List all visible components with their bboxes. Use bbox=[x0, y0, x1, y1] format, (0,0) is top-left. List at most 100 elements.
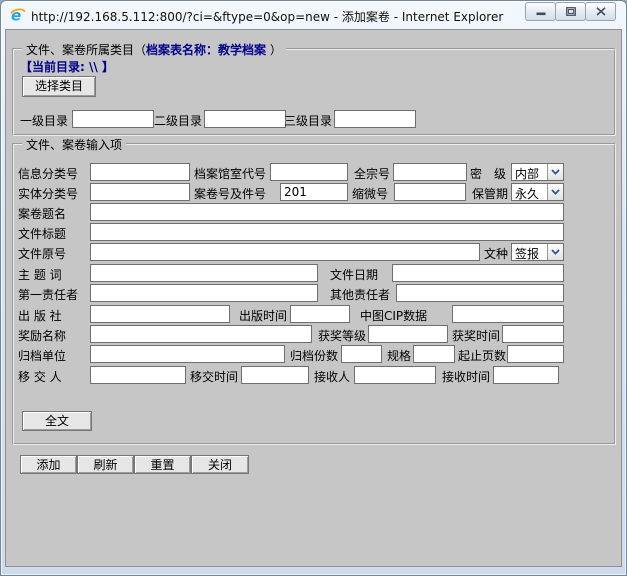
fonds-no-input[interactable] bbox=[393, 163, 467, 181]
other-authors-label: 其他责任者 bbox=[330, 286, 390, 303]
reset-button[interactable]: 重置 bbox=[134, 455, 191, 474]
receiver-input[interactable] bbox=[354, 366, 436, 384]
first-author-label: 第一责任者 bbox=[18, 286, 78, 303]
doc-type-select[interactable]: 签报 bbox=[511, 243, 564, 261]
page-range-label: 起止页数 bbox=[458, 347, 506, 364]
level2-label: 二级目录 bbox=[154, 112, 202, 129]
form-row: 第一责任者 其他责任者 bbox=[14, 284, 614, 304]
form-row: 信息分类号 档案馆室代号 全宗号 密 级 内部 bbox=[14, 163, 614, 183]
form-row: 实体分类号 案卷号及件号 缩微号 保管期 永久 bbox=[14, 183, 614, 203]
input-legend: 文件、案卷输入项 bbox=[22, 136, 126, 153]
retention-label: 保管期 bbox=[472, 185, 508, 202]
retention-value: 永久 bbox=[512, 184, 547, 200]
other-authors-input[interactable] bbox=[396, 284, 564, 302]
close-dialog-button[interactable]: 关闭 bbox=[191, 455, 249, 474]
case-no-input[interactable] bbox=[280, 183, 348, 201]
cip-data-input[interactable] bbox=[452, 305, 564, 323]
receive-date-input[interactable] bbox=[493, 366, 559, 384]
first-author-input[interactable] bbox=[90, 284, 318, 302]
microfilm-no-label: 缩微号 bbox=[352, 185, 388, 202]
pub-date-input[interactable] bbox=[290, 305, 350, 323]
secrecy-label: 密 级 bbox=[470, 165, 506, 182]
cip-data-label: 中图CIP数据 bbox=[360, 307, 427, 324]
fonds-no-label: 全宗号 bbox=[354, 165, 390, 182]
microfilm-no-input[interactable] bbox=[394, 183, 466, 201]
transfer-date-input[interactable] bbox=[241, 366, 309, 384]
spec-input[interactable] bbox=[413, 345, 455, 363]
form-row: 主 题 词 文件日期 bbox=[14, 264, 614, 284]
entity-class-label: 实体分类号 bbox=[18, 185, 78, 202]
doc-orig-no-label: 文件原号 bbox=[18, 245, 66, 262]
transfer-date-label: 移交时间 bbox=[190, 368, 238, 385]
choose-category-button[interactable]: 选择类目 bbox=[22, 76, 96, 97]
archive-code-input[interactable] bbox=[270, 163, 348, 181]
form-row: 文件原号 文种 签报 bbox=[14, 243, 614, 263]
transferor-label: 移 交 人 bbox=[18, 368, 62, 385]
chevron-down-icon bbox=[547, 184, 563, 200]
transferor-input[interactable] bbox=[90, 366, 186, 384]
secrecy-value: 内部 bbox=[512, 164, 547, 180]
level1-label: 一级目录 bbox=[20, 112, 68, 129]
secrecy-select[interactable]: 内部 bbox=[511, 163, 564, 181]
filing-unit-input[interactable] bbox=[90, 345, 285, 363]
minimize-button[interactable] bbox=[525, 2, 556, 21]
retention-select[interactable]: 永久 bbox=[511, 183, 564, 201]
case-no-label: 案卷号及件号 bbox=[194, 185, 266, 202]
level2-input[interactable] bbox=[204, 110, 286, 128]
minimize-icon bbox=[536, 7, 546, 16]
level3-label: 三级目录 bbox=[284, 112, 332, 129]
close-icon bbox=[596, 7, 606, 16]
award-date-input[interactable] bbox=[502, 325, 564, 343]
chevron-down-icon bbox=[547, 244, 563, 260]
info-class-input[interactable] bbox=[90, 163, 190, 181]
browser-window: e http://192.168.5.112:800/?ci=&ftype=0&… bbox=[0, 0, 627, 576]
title-bar: e http://192.168.5.112:800/?ci=&ftype=0&… bbox=[1, 1, 626, 29]
doc-date-input[interactable] bbox=[392, 264, 564, 282]
publisher-input[interactable] bbox=[90, 305, 230, 323]
doc-type-value: 签报 bbox=[512, 244, 547, 260]
receive-date-label: 接收时间 bbox=[442, 368, 490, 385]
award-level-label: 获奖等级 bbox=[318, 327, 366, 344]
form-row: 归档单位 归档份数 规格 起止页数 bbox=[14, 345, 614, 365]
archive-code-label: 档案馆室代号 bbox=[194, 165, 266, 182]
doc-title-label: 文件标题 bbox=[18, 225, 66, 242]
award-date-label: 获奖时间 bbox=[452, 327, 500, 344]
form-row: 奖励名称 获奖等级 获奖时间 bbox=[14, 325, 614, 345]
form-row: 文件标题 bbox=[14, 223, 614, 243]
award-name-input[interactable] bbox=[90, 325, 312, 343]
level1-input[interactable] bbox=[72, 110, 154, 128]
level3-input[interactable] bbox=[334, 110, 416, 128]
close-button[interactable] bbox=[585, 2, 616, 21]
doc-orig-no-input[interactable] bbox=[90, 243, 480, 261]
receiver-label: 接收人 bbox=[314, 368, 350, 385]
subject-words-input[interactable] bbox=[90, 264, 318, 282]
entity-class-input[interactable] bbox=[90, 183, 190, 201]
filing-copies-label: 归档份数 bbox=[290, 347, 338, 364]
award-name-label: 奖励名称 bbox=[18, 327, 66, 344]
form-row: 出 版 社 出版时间 中图CIP数据 bbox=[14, 305, 614, 325]
maximize-icon bbox=[566, 7, 576, 16]
form-row: 移 交 人 移交时间 接收人 接收时间 bbox=[14, 366, 614, 386]
add-button[interactable]: 添加 bbox=[20, 455, 77, 474]
doc-title-input[interactable] bbox=[90, 223, 564, 241]
window-controls bbox=[526, 2, 616, 21]
award-level-input[interactable] bbox=[368, 325, 448, 343]
page-content: 文件、案卷所属类目（档案表名称：教学档案 ） 【当前目录: \\ 】 选择类目 … bbox=[5, 29, 622, 567]
form-row: 案卷题名 bbox=[14, 203, 614, 223]
chevron-down-icon bbox=[547, 164, 563, 180]
info-class-label: 信息分类号 bbox=[18, 165, 78, 182]
refresh-button[interactable]: 刷新 bbox=[77, 455, 134, 474]
category-legend: 文件、案卷所属类目（档案表名称：教学档案 ） bbox=[22, 41, 286, 58]
pub-date-label: 出版时间 bbox=[239, 307, 287, 324]
doc-date-label: 文件日期 bbox=[330, 266, 378, 283]
page-range-input[interactable] bbox=[507, 345, 564, 363]
spec-label: 规格 bbox=[387, 347, 411, 364]
publisher-label: 出 版 社 bbox=[18, 307, 62, 324]
filing-copies-input[interactable] bbox=[341, 345, 382, 363]
input-fieldset: 文件、案卷输入项 信息分类号 档案馆室代号 全宗号 密 级 内部 bbox=[12, 143, 616, 445]
maximize-button[interactable] bbox=[555, 2, 586, 21]
window-title: http://192.168.5.112:800/?ci=&ftype=0&op… bbox=[31, 8, 503, 25]
case-title-input[interactable] bbox=[90, 203, 564, 221]
archive-table-name: 档案表名称：教学档案 bbox=[146, 43, 266, 57]
fulltext-button[interactable]: 全文 bbox=[22, 411, 92, 431]
